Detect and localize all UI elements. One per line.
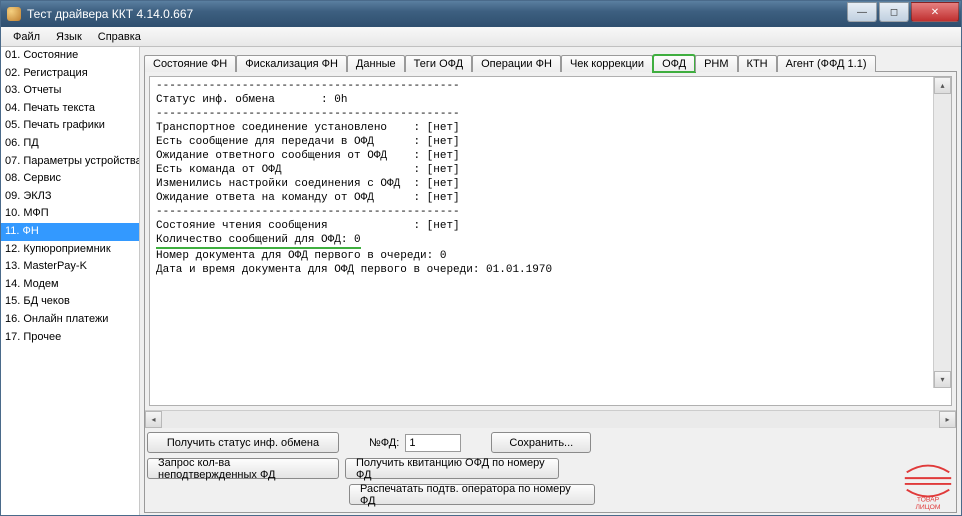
content-frame: ----------------------------------------… bbox=[144, 71, 957, 513]
get-status-button[interactable]: Получить статус инф. обмена bbox=[147, 432, 339, 453]
sidebar-item-1[interactable]: 02. Регистрация bbox=[1, 65, 139, 83]
scroll-left-icon[interactable]: ◂ bbox=[145, 411, 162, 428]
sidebar-item-14[interactable]: 15. БД чеков bbox=[1, 293, 139, 311]
highlighted-line: Количество сообщений для ОФД: 0 bbox=[156, 233, 361, 249]
horizontal-scrollbar[interactable]: ◂ ▸ bbox=[145, 410, 956, 428]
minimize-button[interactable]: — bbox=[847, 2, 877, 22]
sidebar-item-4[interactable]: 05. Печать графики bbox=[1, 117, 139, 135]
tab-7[interactable]: PHM bbox=[695, 55, 737, 72]
sidebar-item-9[interactable]: 10. МФП bbox=[1, 205, 139, 223]
sidebar-item-15[interactable]: 16. Онлайн платежи bbox=[1, 311, 139, 329]
sidebar-item-13[interactable]: 14. Модем bbox=[1, 276, 139, 294]
tab-6[interactable]: ОФД bbox=[653, 55, 695, 72]
log-text: ----------------------------------------… bbox=[150, 77, 951, 279]
get-receipt-button[interactable]: Получить квитанцию ОФД по номеру ФД bbox=[345, 458, 559, 479]
buttons-area: Получить статус инф. обмена №ФД: Сохрани… bbox=[145, 428, 956, 512]
tab-1[interactable]: Фискализация ФН bbox=[236, 55, 347, 72]
tab-9[interactable]: Агент (ФФД 1.1) bbox=[777, 55, 876, 72]
app-icon bbox=[7, 7, 21, 21]
window-title: Тест драйвера ККТ 4.14.0.667 bbox=[27, 7, 193, 21]
tab-2[interactable]: Данные bbox=[347, 55, 405, 72]
sidebar-item-16[interactable]: 17. Прочее bbox=[1, 329, 139, 347]
menubar: Файл Язык Справка bbox=[1, 27, 961, 47]
titlebar: Тест драйвера ККТ 4.14.0.667 — ◻ ✕ bbox=[1, 1, 961, 27]
menu-file[interactable]: Файл bbox=[5, 29, 48, 45]
nfd-label: №ФД: bbox=[369, 437, 399, 449]
sidebar-item-3[interactable]: 04. Печать текста bbox=[1, 100, 139, 118]
tab-4[interactable]: Операции ФН bbox=[472, 55, 561, 72]
scroll-down-icon[interactable]: ▾ bbox=[934, 371, 951, 388]
log-area: ----------------------------------------… bbox=[149, 76, 952, 406]
sidebar-item-2[interactable]: 03. Отчеты bbox=[1, 82, 139, 100]
sidebar: 01. Состояние02. Регистрация03. Отчеты04… bbox=[1, 47, 140, 515]
sidebar-item-12[interactable]: 13. MasterPay-K bbox=[1, 258, 139, 276]
close-button[interactable]: ✕ bbox=[911, 2, 959, 22]
sidebar-item-5[interactable]: 06. ПД bbox=[1, 135, 139, 153]
scroll-up-icon[interactable]: ▴ bbox=[934, 77, 951, 94]
nfd-input[interactable] bbox=[405, 434, 461, 452]
scroll-right-icon[interactable]: ▸ bbox=[939, 411, 956, 428]
sidebar-item-7[interactable]: 08. Сервис bbox=[1, 170, 139, 188]
vertical-scrollbar[interactable]: ▴ ▾ bbox=[933, 77, 951, 388]
tab-bar: Состояние ФНФискализация ФНДанныеТеги ОФ… bbox=[144, 51, 957, 71]
sidebar-item-11[interactable]: 12. Купюроприемник bbox=[1, 241, 139, 259]
tab-3[interactable]: Теги ОФД bbox=[405, 55, 472, 72]
sidebar-item-8[interactable]: 09. ЭКЛЗ bbox=[1, 188, 139, 206]
sidebar-item-0[interactable]: 01. Состояние bbox=[1, 47, 139, 65]
tab-5[interactable]: Чек коррекции bbox=[561, 55, 653, 72]
tab-8[interactable]: КТН bbox=[738, 55, 777, 72]
menu-help[interactable]: Справка bbox=[90, 29, 149, 45]
sidebar-item-6[interactable]: 07. Параметры устройства bbox=[1, 153, 139, 171]
save-button[interactable]: Сохранить... bbox=[491, 432, 591, 453]
maximize-button[interactable]: ◻ bbox=[879, 2, 909, 22]
tab-0[interactable]: Состояние ФН bbox=[144, 55, 236, 72]
print-confirm-button[interactable]: Распечатать подтв. оператора по номеру Ф… bbox=[349, 484, 595, 505]
request-count-button[interactable]: Запрос кол-ва неподтвержденных ФД bbox=[147, 458, 339, 479]
menu-language[interactable]: Язык bbox=[48, 29, 90, 45]
sidebar-item-10[interactable]: 11. ФН bbox=[1, 223, 139, 241]
